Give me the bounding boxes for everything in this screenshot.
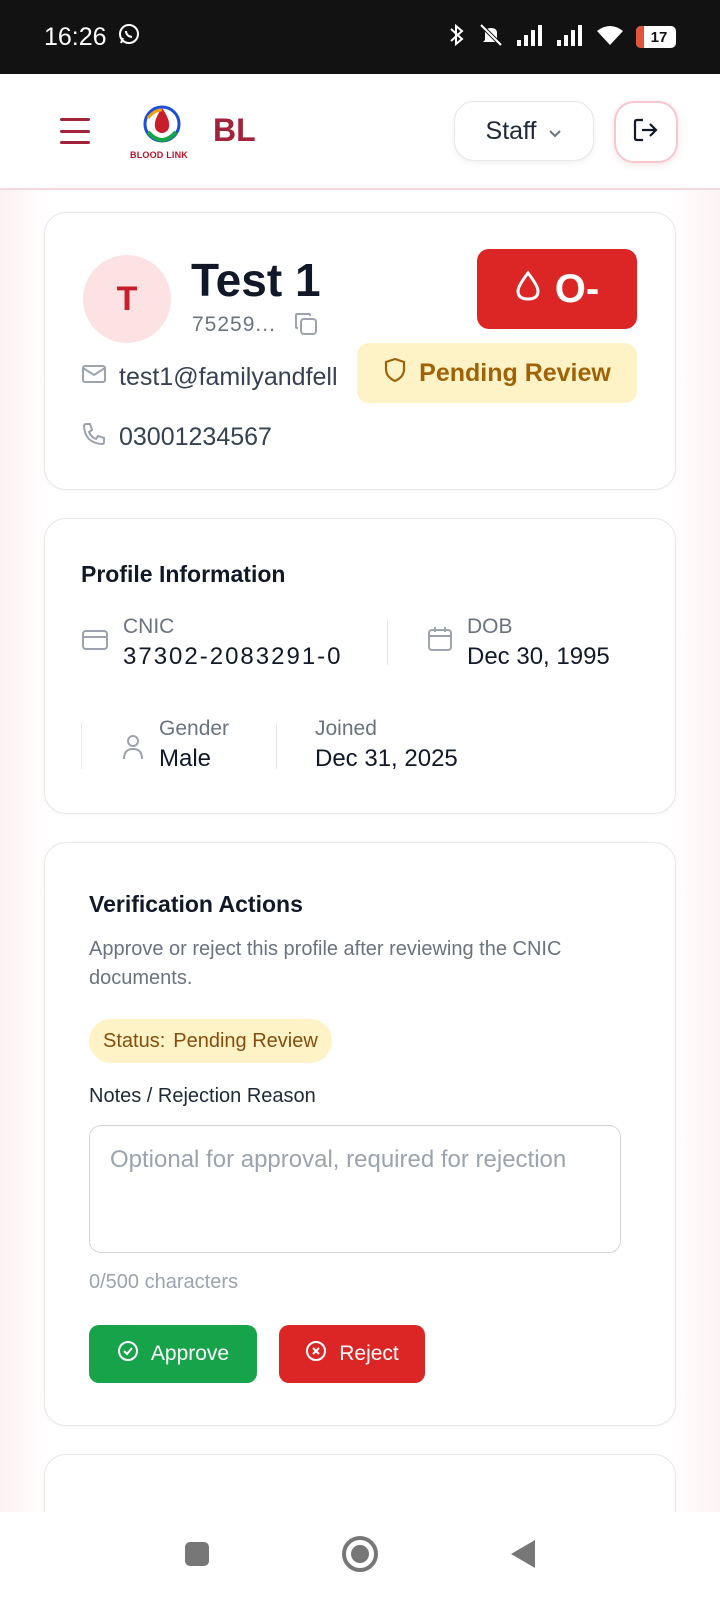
logout-icon [632, 116, 660, 149]
status-badge: Pending Review [357, 343, 637, 403]
phone-row: 03001234567 [81, 421, 272, 454]
recents-icon[interactable] [183, 1540, 211, 1573]
signal-icon [556, 24, 584, 51]
status-value: Pending Review [173, 1029, 318, 1052]
mute-icon [478, 22, 504, 53]
gender-label: Gender [159, 717, 230, 740]
x-circle-icon [305, 1340, 327, 1368]
role-select[interactable]: Staff [454, 101, 594, 161]
reject-button[interactable]: Reject [279, 1325, 425, 1383]
user-icon [121, 733, 145, 773]
donor-phone[interactable]: 03001234567 [119, 423, 272, 452]
status-prefix: Status: [103, 1029, 166, 1052]
donor-summary-card: T Test 1 75259... O- Pending Review test… [44, 212, 676, 490]
logout-button[interactable] [614, 101, 678, 163]
check-circle-icon [117, 1340, 139, 1368]
gender-field: Gender Male [121, 717, 229, 773]
dob-label: DOB [467, 615, 513, 638]
logo-caption: BLOOD LINK [130, 150, 188, 160]
status-bar-left: 16:26 [44, 22, 141, 53]
dob-field: DOB Dec 30, 1995 [427, 615, 610, 671]
donor-name: Test 1 [191, 254, 321, 306]
blood-group-value: O- [554, 266, 600, 311]
approve-button-label: Approve [150, 1342, 230, 1365]
donor-email[interactable]: test1@familyandfell [119, 363, 338, 392]
verification-status-chip: Status: Pending Review [89, 1019, 332, 1063]
shield-icon [383, 357, 407, 390]
profile-information-title: Profile Information [81, 561, 286, 587]
gender-value: Male [159, 745, 212, 772]
approve-button[interactable]: Approve [89, 1325, 257, 1383]
calendar-icon [427, 625, 453, 671]
email-row: test1@familyandfell [81, 363, 338, 392]
blood-drop-icon [515, 267, 541, 312]
whatsapp-icon [117, 22, 141, 53]
clock: 16:26 [44, 22, 107, 51]
reject-button-label: Reject [339, 1342, 399, 1365]
profile-information-card: Profile Information CNIC 37302-2083291-0… [44, 518, 676, 814]
brand-title: BL [213, 112, 256, 148]
joined-label: Joined [315, 717, 377, 740]
bluetooth-icon [448, 22, 466, 53]
signal-icon [516, 24, 544, 51]
phone-icon [81, 421, 107, 454]
next-card [44, 1454, 676, 1512]
verification-actions-card: Verification Actions Approve or reject t… [44, 842, 676, 1426]
role-select-value: Staff [485, 116, 537, 145]
joined-field: Joined Dec 31, 2025 [315, 717, 458, 773]
char-count: 0/500 characters [89, 1271, 238, 1293]
chevron-down-icon [548, 117, 562, 146]
notes-label: Notes / Rejection Reason [89, 1085, 316, 1107]
main-content[interactable]: T Test 1 75259... O- Pending Review test… [0, 190, 720, 1512]
status-badge-label: Pending Review [419, 358, 611, 387]
back-icon[interactable] [509, 1538, 537, 1575]
blood-group-badge: O- [477, 249, 637, 329]
divider [387, 619, 388, 665]
avatar: T [83, 255, 171, 343]
system-navigation-bar [0, 1512, 720, 1600]
cnic-field: CNIC 37302-2083291-0 [81, 615, 343, 671]
verification-actions-title: Verification Actions [89, 891, 303, 917]
mail-icon [81, 363, 107, 392]
divider [81, 723, 82, 769]
donor-id: 75259... [192, 313, 276, 336]
battery-level: 17 [650, 28, 668, 46]
wifi-icon [596, 24, 624, 51]
status-bar-right: 17 [448, 22, 676, 53]
notes-textarea[interactable] [89, 1125, 621, 1253]
divider [276, 723, 277, 769]
home-icon[interactable] [341, 1535, 379, 1578]
dob-value: Dec 30, 1995 [467, 643, 610, 670]
app-header: BLOOD LINK BL Staff [0, 74, 720, 190]
id-card-icon [81, 629, 109, 671]
copy-icon[interactable] [293, 311, 319, 342]
menu-icon[interactable] [60, 118, 90, 144]
cnic-label: CNIC [123, 615, 175, 638]
battery-icon: 17 [636, 26, 676, 48]
status-bar: 16:26 17 [0, 0, 720, 74]
verification-description: Approve or reject this profile after rev… [89, 938, 562, 989]
joined-value: Dec 31, 2025 [315, 745, 458, 772]
cnic-value: 37302-2083291-0 [123, 643, 343, 670]
